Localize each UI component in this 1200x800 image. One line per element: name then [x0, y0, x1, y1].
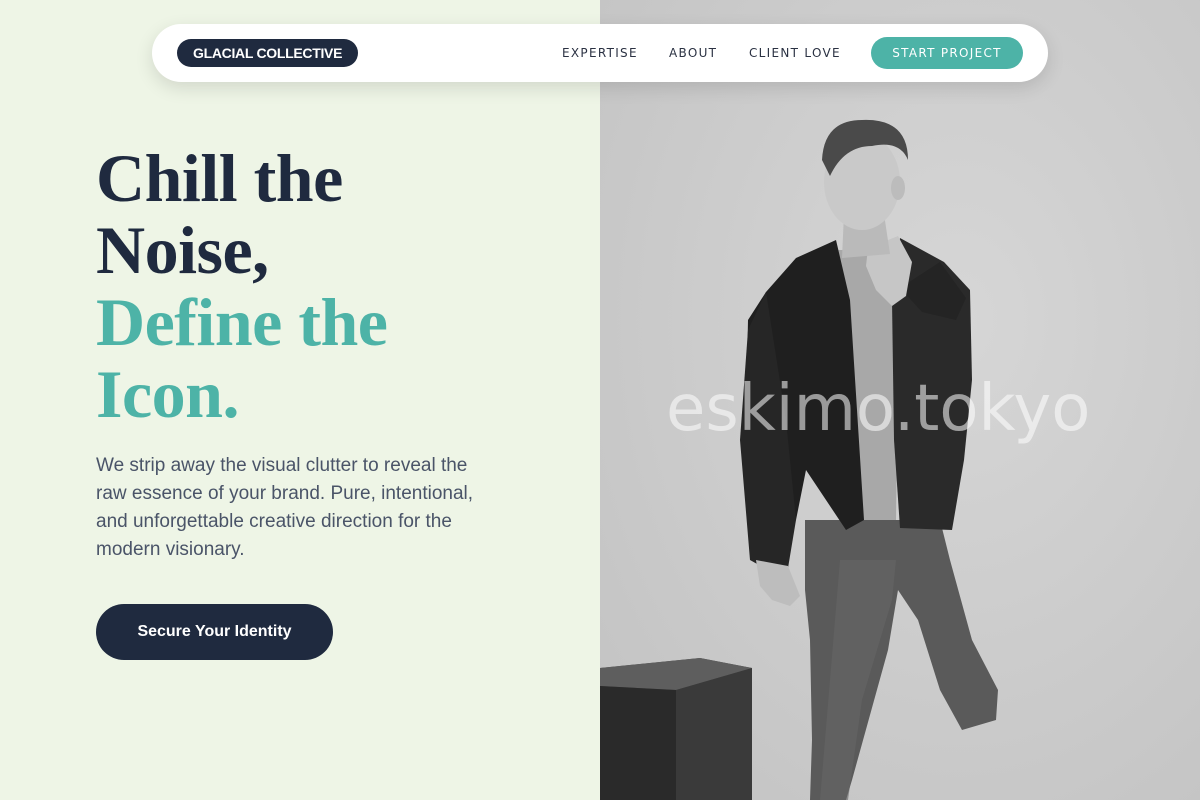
- hero-subtext: We strip away the visual clutter to reve…: [96, 455, 474, 560]
- hero-headline: Chill the Noise, Define the Icon.: [96, 140, 388, 432]
- nav-link-client-love[interactable]: CLIENT LOVE: [749, 45, 841, 61]
- headline-line-1: Chill the: [96, 140, 343, 216]
- brand-logo[interactable]: GLACIAL COLLECTIVE: [177, 39, 359, 67]
- secure-identity-button[interactable]: Secure Your Identity: [96, 604, 333, 660]
- nav-link-expertise[interactable]: EXPERTISE: [562, 45, 638, 61]
- pedestal-box: [600, 658, 752, 800]
- headline-line-2: Noise,: [96, 212, 269, 288]
- headline-line-3: Define the: [96, 284, 388, 360]
- photo-watermark: eskimo.tokyo: [666, 372, 1091, 446]
- nav-link-about[interactable]: ABOUT: [669, 45, 717, 61]
- start-project-button[interactable]: START PROJECT: [871, 37, 1023, 69]
- top-navbar: GLACIAL COLLECTIVE EXPERTISE ABOUT CLIEN…: [152, 24, 1048, 82]
- hero-photo-panel: eskimo.tokyo: [600, 0, 1200, 800]
- headline-line-4: Icon.: [96, 356, 239, 432]
